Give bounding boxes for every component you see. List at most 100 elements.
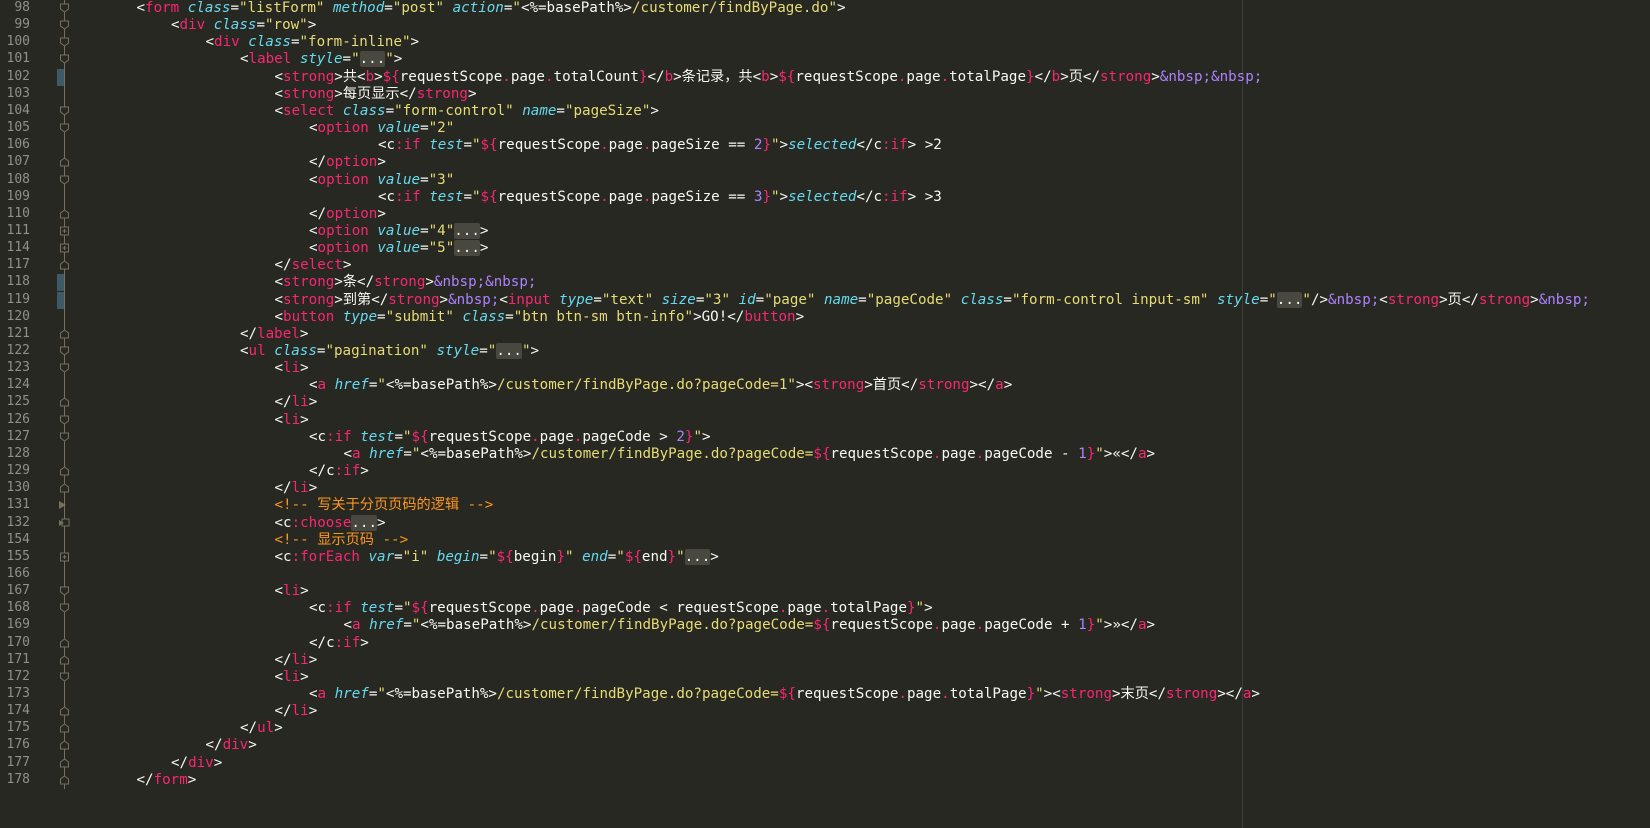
folded-region-marker[interactable]: ...: [454, 222, 480, 239]
code-line[interactable]: <a href="<%=basePath%>/customer/findByPa…: [344, 616, 1156, 634]
code-line[interactable]: <button type="submit" class="btn btn-sm …: [275, 308, 805, 326]
code-line[interactable]: <strong>共<b>${requestScope.page.totalCou…: [275, 68, 1263, 86]
code-line[interactable]: </label>: [240, 325, 308, 343]
code-line[interactable]: <!-- 显示页码 -->: [275, 531, 409, 549]
code-line[interactable]: <li>: [275, 359, 309, 377]
fold-close-icon[interactable]: [59, 462, 70, 481]
code-line[interactable]: </li>: [275, 702, 318, 720]
code-line[interactable]: <strong>条</strong>&nbsp;&nbsp;: [275, 273, 537, 291]
fold-close-icon[interactable]: [59, 204, 70, 223]
fold-arrow-icon[interactable]: [59, 496, 70, 515]
fold-close-icon[interactable]: [59, 324, 70, 343]
code-line[interactable]: <a href="<%=basePath%>/customer/findByPa…: [309, 685, 1260, 703]
code-line[interactable]: <c:if test="${requestScope.page.pageCode…: [309, 599, 933, 617]
folded-region-marker[interactable]: ...: [359, 51, 386, 68]
fold-open-icon[interactable]: [59, 119, 70, 138]
fold-close-icon[interactable]: [59, 702, 70, 721]
code-line[interactable]: </option>: [309, 205, 386, 223]
fold-open-icon[interactable]: [59, 0, 70, 17]
folded-region-marker[interactable]: ...: [454, 240, 480, 257]
code-line[interactable]: </option>: [309, 153, 386, 171]
code-token: </c: [309, 463, 335, 480]
code-line[interactable]: <a href="<%=basePath%>/customer/findByPa…: [344, 445, 1156, 463]
folded-region-marker[interactable]: ...: [684, 548, 711, 565]
fold-open-icon[interactable]: [59, 410, 70, 429]
code-line[interactable]: <c:if test="${requestScope.page.pageSize…: [378, 136, 942, 154]
code-line[interactable]: <!-- 写关于分页页码的逻辑 -->: [275, 496, 494, 514]
code-line[interactable]: </div>: [206, 736, 257, 754]
code-line[interactable]: <c:if test="${requestScope.page.pageCode…: [309, 428, 711, 446]
code-line[interactable]: <div class="form-inline">: [206, 33, 420, 51]
code-line[interactable]: <c:forEach var="i" begin="${begin}" end=…: [275, 548, 719, 566]
code-line[interactable]: <strong>每页显示</strong>: [275, 85, 477, 103]
fold-open-icon[interactable]: [59, 582, 70, 601]
code-line[interactable]: <label style="...">: [240, 50, 402, 68]
code-token: >: [300, 583, 309, 600]
code-line[interactable]: </c:if>: [309, 462, 369, 480]
code-line[interactable]: <a href="<%=basePath%>/customer/findByPa…: [309, 376, 1012, 394]
fold-open-icon[interactable]: [59, 342, 70, 360]
fold-close-icon[interactable]: [59, 770, 70, 789]
fold-close-icon[interactable]: [59, 736, 70, 755]
fold-expand-icon[interactable]: [59, 221, 70, 240]
fold-close-icon[interactable]: [59, 753, 70, 772]
fold-close-icon[interactable]: [59, 633, 70, 652]
code-line[interactable]: <option value="2": [309, 119, 454, 137]
code-token: type: [559, 291, 594, 308]
fold-arrow-icon[interactable]: [59, 513, 70, 532]
fold-open-icon[interactable]: [59, 33, 70, 52]
fold-close-icon[interactable]: [59, 153, 70, 172]
code-token: .: [531, 428, 540, 445]
fold-close-icon[interactable]: [59, 393, 70, 412]
code-line[interactable]: <ul class="pagination" style="...">: [240, 342, 539, 360]
fold-expand-icon[interactable]: [59, 239, 70, 258]
fold-close-icon[interactable]: [59, 256, 70, 275]
code-token: >共<: [334, 68, 366, 85]
fold-open-icon[interactable]: [59, 101, 70, 120]
fold-expand-icon[interactable]: [59, 547, 70, 566]
code-token: "post": [392, 0, 445, 16]
code-token: >条记录，共<: [673, 68, 762, 85]
code-line[interactable]: <li>: [275, 411, 309, 429]
code-line[interactable]: </li>: [275, 479, 318, 497]
code-line[interactable]: <li>: [275, 582, 309, 600]
code-line[interactable]: </li>: [275, 393, 318, 411]
folded-region-marker[interactable]: ...: [496, 343, 522, 359]
fold-open-icon[interactable]: [59, 667, 70, 686]
code-token: name: [522, 102, 557, 119]
fold-open-icon[interactable]: [59, 599, 70, 618]
fold-open-icon[interactable]: [59, 16, 70, 35]
code-editor[interactable]: 98 99 100 101 102 103 104 105 106 107 108 109 110 111…: [0, 0, 1650, 828]
code-line[interactable]: </select>: [275, 256, 352, 274]
code-line[interactable]: </ul>: [240, 719, 283, 737]
code-line[interactable]: <option value="3": [309, 171, 454, 189]
fold-close-icon[interactable]: [59, 650, 70, 669]
code-line[interactable]: <option value="4"...>: [309, 222, 488, 240]
code-token: strong: [283, 291, 335, 308]
code-line[interactable]: </c:if>: [309, 634, 369, 652]
fold-open-icon[interactable]: [59, 170, 70, 189]
code-line[interactable]: <c:if test="${requestScope.page.pageSize…: [378, 188, 942, 206]
code-line[interactable]: <form class="listForm" method="post" act…: [137, 0, 846, 17]
fold-open-icon[interactable]: [59, 359, 70, 378]
code-line[interactable]: <li>: [275, 668, 309, 686]
code-token: <: [499, 291, 508, 308]
code-token: <: [1379, 291, 1388, 308]
fold-open-icon[interactable]: [59, 427, 70, 446]
folded-region-marker[interactable]: ...: [351, 514, 378, 531]
code-area[interactable]: <form class="listForm" method="post" act…: [90, 0, 1650, 828]
code-line[interactable]: <strong>到第</strong>&nbsp;<input type="te…: [275, 291, 1590, 309]
code-line[interactable]: <option value="5"...>: [309, 239, 488, 257]
fold-close-icon[interactable]: [59, 719, 70, 738]
code-line[interactable]: </div>: [171, 754, 222, 772]
fold-close-icon[interactable]: [59, 479, 70, 498]
folded-region-marker[interactable]: ...: [1276, 291, 1303, 308]
code-line[interactable]: </li>: [275, 651, 318, 669]
fold-open-icon[interactable]: [59, 50, 70, 69]
code-line[interactable]: <c:choose...>: [275, 514, 386, 532]
code-line[interactable]: <select class="form-control" name="pageS…: [275, 102, 659, 120]
line-number: 176: [6, 737, 30, 753]
code-line[interactable]: </form>: [137, 771, 197, 789]
code-line[interactable]: <div class="row">: [171, 16, 316, 34]
code-token: option: [317, 120, 369, 137]
